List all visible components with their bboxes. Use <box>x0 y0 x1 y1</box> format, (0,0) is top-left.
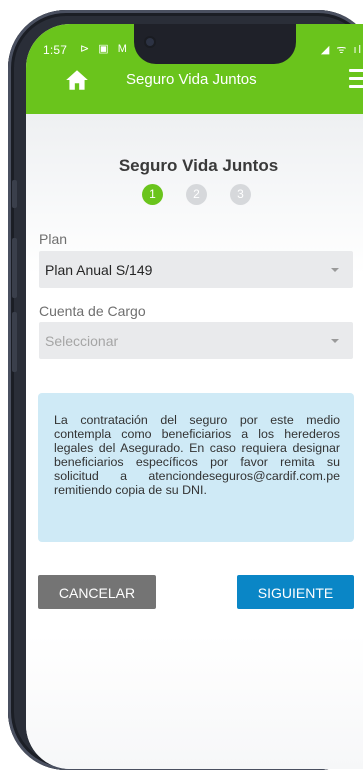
cuenta-label: Cuenta de Cargo <box>39 303 146 319</box>
info-notice: La contratación del seguro por este medi… <box>38 393 354 542</box>
volume-down-button <box>12 312 17 372</box>
plan-select[interactable]: Plan Anual S/149 <box>39 251 353 288</box>
status-time: 1:57 <box>43 43 68 57</box>
info-text: La contratación del seguro por este medi… <box>54 413 340 497</box>
plan-selected-value: Plan Anual S/149 <box>45 262 153 278</box>
volume-up-button <box>12 238 17 298</box>
notification-icons: ⊳ ▣ M ⋅ <box>80 43 143 55</box>
next-button[interactable]: SIGUIENTE <box>237 575 354 609</box>
plan-label: Plan <box>39 231 68 247</box>
cuenta-placeholder: Seleccionar <box>45 333 119 349</box>
status-bar: 1:57 ⊳ ▣ M ⋅ ◢ ᯤ ıl <box>26 24 363 64</box>
app-header: 1:57 ⊳ ▣ M ⋅ ◢ ᯤ ıl Seguro Vida Juntos <box>26 24 363 114</box>
camera-icon <box>146 38 154 46</box>
phone-notch <box>134 24 296 64</box>
chevron-down-icon <box>331 268 339 272</box>
hamburger-menu-icon[interactable] <box>349 69 363 89</box>
header-title: Seguro Vida Juntos <box>126 71 257 88</box>
app-bar: Seguro Vida Juntos <box>26 64 363 114</box>
step-2: 2 <box>186 184 207 205</box>
mute-switch <box>12 180 17 208</box>
signal-icons: ◢ ᯤ ıl <box>320 44 363 56</box>
page-title: Seguro Vida Juntos <box>118 156 279 175</box>
home-icon[interactable] <box>64 67 90 93</box>
chevron-down-icon <box>331 339 339 343</box>
cuenta-select[interactable]: Seleccionar <box>39 322 353 359</box>
step-1: 1 <box>142 184 163 205</box>
step-3: 3 <box>230 184 251 205</box>
phone-screen: 1:57 ⊳ ▣ M ⋅ ◢ ᯤ ıl Seguro Vida Juntos S… <box>26 24 363 769</box>
cancel-button[interactable]: CANCELAR <box>38 575 156 609</box>
